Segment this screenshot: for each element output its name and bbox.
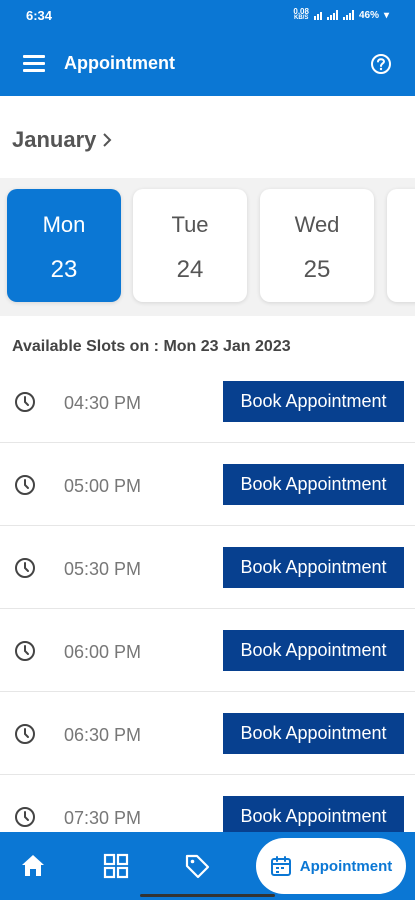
book-appointment-button[interactable]: Book Appointment (223, 464, 404, 505)
status-bar: 6:34 0.08 KB/S 46% ▾ (0, 0, 415, 33)
day-name: Tue (171, 212, 209, 237)
day-card-tue[interactable]: Tue 24 (133, 189, 247, 302)
signal-icon-1 (326, 10, 338, 20)
day-date: 23 (50, 256, 78, 283)
book-appointment-button[interactable]: Book Appointment (223, 381, 404, 422)
book-appointment-button[interactable]: Book Appointment (223, 713, 404, 754)
grid-icon[interactable] (102, 852, 130, 880)
calendar-icon (270, 856, 291, 876)
day-card-next[interactable] (387, 189, 415, 302)
clock-icon (15, 807, 35, 827)
clock-icon (15, 558, 35, 578)
book-appointment-button[interactable]: Book Appointment (223, 547, 404, 588)
slot-time: 05:30 PM (64, 559, 142, 579)
day-name: Wed (294, 212, 340, 237)
tag-icon[interactable] (183, 852, 211, 880)
network-speed-value: 0.08 (293, 7, 309, 16)
chevron-right-icon (103, 133, 112, 147)
day-card-mon[interactable]: Mon 23 (7, 189, 121, 302)
slot-row: 06:30 PM Book Appointment (0, 692, 415, 775)
help-circle-icon[interactable] (370, 53, 392, 75)
status-time: 6:34 (26, 8, 53, 23)
app-bar: Appointment (0, 33, 415, 96)
clock-icon (15, 392, 35, 412)
slot-time: 06:30 PM (64, 725, 142, 745)
slots-heading: Available Slots on : Mon 23 Jan 2023 (12, 338, 291, 355)
slot-row: 06:00 PM Book Appointment (0, 609, 415, 692)
day-card-wed[interactable]: Wed 25 (260, 189, 374, 302)
hamburger-menu-icon[interactable] (22, 53, 48, 75)
slot-row: 05:30 PM Book Appointment (0, 526, 415, 609)
battery-level: 46% (358, 9, 379, 21)
slot-time: 05:00 PM (64, 476, 142, 496)
bottom-navigation: Appointment (0, 832, 415, 900)
slot-row: 05:00 PM Book Appointment (0, 443, 415, 526)
slot-row: 04:30 PM Book Appointment (0, 360, 415, 443)
home-icon[interactable] (19, 852, 47, 880)
day-name: Mon (42, 212, 86, 237)
slot-time: 04:30 PM (64, 393, 142, 413)
day-selector-strip: Mon 23 Tue 24 Wed 25 (0, 178, 415, 316)
clock-icon (15, 475, 35, 495)
battery-icon: ▾ (383, 9, 389, 21)
clock-icon (15, 641, 35, 661)
month-selector[interactable]: January (12, 127, 112, 153)
book-appointment-button[interactable]: Book Appointment (223, 630, 404, 671)
signal-icon-2 (342, 10, 354, 20)
page-title: Appointment (64, 53, 175, 73)
status-indicators: 0.08 KB/S 46% ▾ (293, 8, 389, 22)
day-date: 25 (303, 256, 331, 283)
month-label: January (12, 127, 97, 152)
nav-item-appointment[interactable]: Appointment (256, 838, 406, 894)
clock-icon (15, 724, 35, 744)
network-speed-unit: KB/S (293, 15, 309, 21)
slot-time: 07:30 PM (64, 808, 142, 828)
slot-time: 06:00 PM (64, 642, 142, 662)
book-appointment-button[interactable]: Book Appointment (223, 796, 404, 837)
day-date: 24 (176, 256, 204, 283)
wifi-icon (313, 10, 322, 20)
network-speed: 0.08 KB/S (293, 8, 309, 22)
nav-active-label: Appointment (299, 857, 393, 875)
home-indicator (140, 894, 275, 897)
